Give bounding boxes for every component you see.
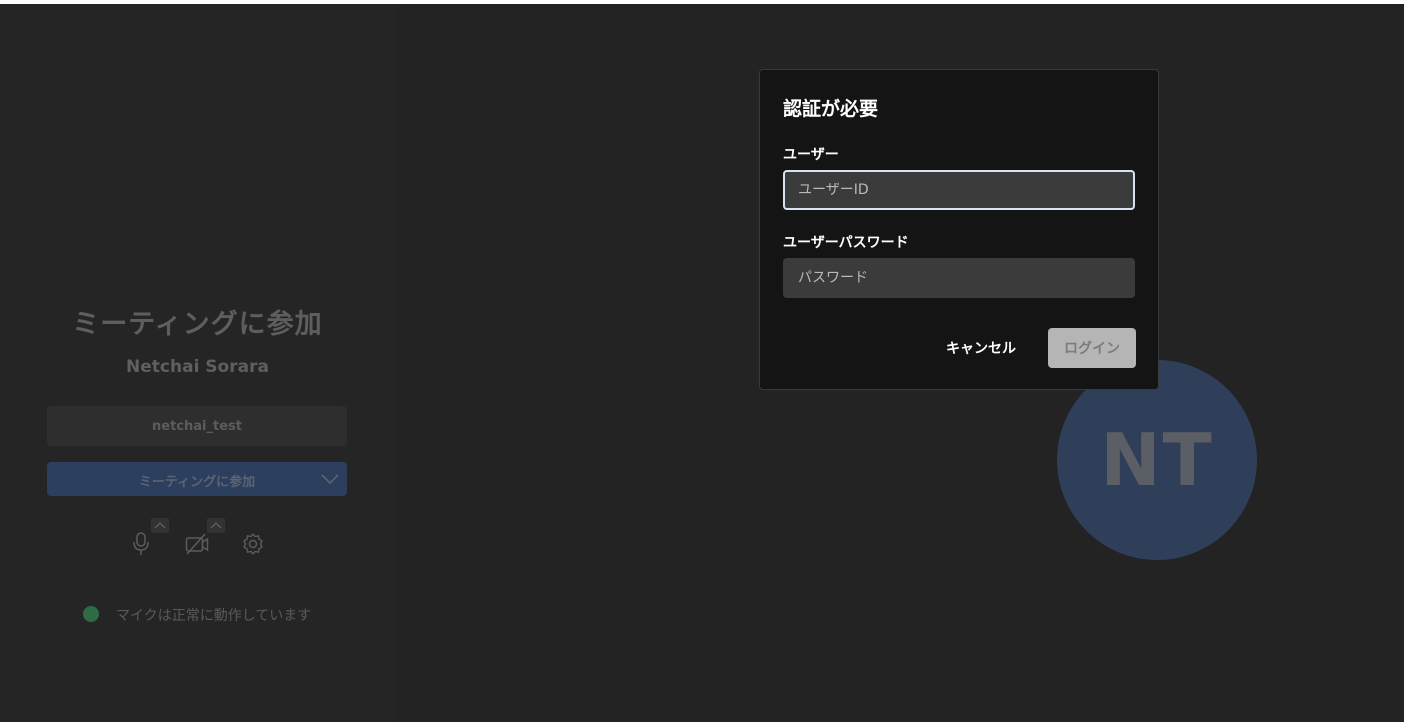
camera-off-icon[interactable] [185,533,209,555]
chevron-up-icon [154,522,166,529]
join-title: ミーティングに参加 [72,309,323,340]
password-input[interactable] [783,258,1135,298]
microphone-icon[interactable] [131,532,151,556]
avatar: NT [1057,360,1257,560]
user-label: ユーザー [783,147,839,163]
cancel-button[interactable]: キャンセル [936,328,1026,368]
join-meeting-label: ミーティングに参加 [138,475,256,490]
display-name: Netchai Sorara [126,357,269,377]
mic-options-toggle[interactable] [151,518,169,533]
gear-icon[interactable] [241,532,265,556]
join-meeting-button[interactable]: ミーティングに参加 [47,462,347,496]
mic-status-text: マイクは正常に動作しています [116,608,312,624]
chevron-up-icon [210,522,222,529]
chevron-down-icon[interactable] [321,471,339,487]
password-label: ユーザーパスワード [783,235,909,251]
mic-status-indicator [83,606,99,622]
meeting-id-field[interactable]: netchai_test [47,406,347,446]
dialog-title: 認証が必要 [783,98,879,120]
user-id-input[interactable] [783,170,1135,210]
camera-options-toggle[interactable] [207,518,225,533]
login-button[interactable]: ログイン [1048,328,1136,368]
auth-dialog: 認証が必要 ユーザー ユーザーパスワード キャンセル ログイン [759,69,1159,390]
